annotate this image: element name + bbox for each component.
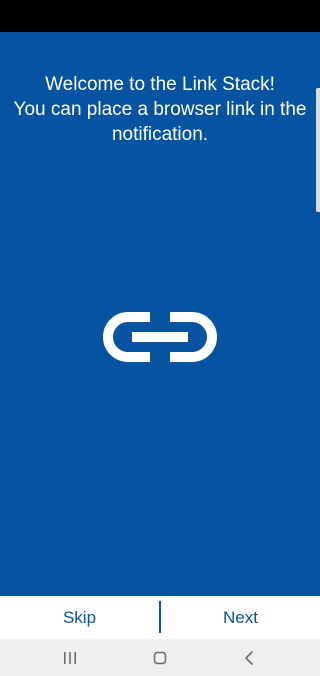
home-icon[interactable] [140,645,180,671]
onboarding-bottom-bar: Skip Next [0,596,320,639]
welcome-line-1: Welcome to the Link Stack! [45,74,275,95]
link-icon [103,312,217,362]
welcome-message: Welcome to the Link Stack! You can place… [0,72,320,147]
back-icon[interactable] [229,645,269,671]
status-bar [0,0,320,32]
system-navigation-bar [0,639,320,676]
onboarding-screen: Welcome to the Link Stack! You can place… [0,0,320,676]
skip-button[interactable]: Skip [0,596,159,639]
recent-apps-icon[interactable] [50,645,90,671]
welcome-line-3: notification. [111,124,209,145]
welcome-line-2: You can place a browser link in the [13,99,307,120]
next-button[interactable]: Next [161,596,320,639]
edge-panel-handle[interactable] [316,88,320,212]
